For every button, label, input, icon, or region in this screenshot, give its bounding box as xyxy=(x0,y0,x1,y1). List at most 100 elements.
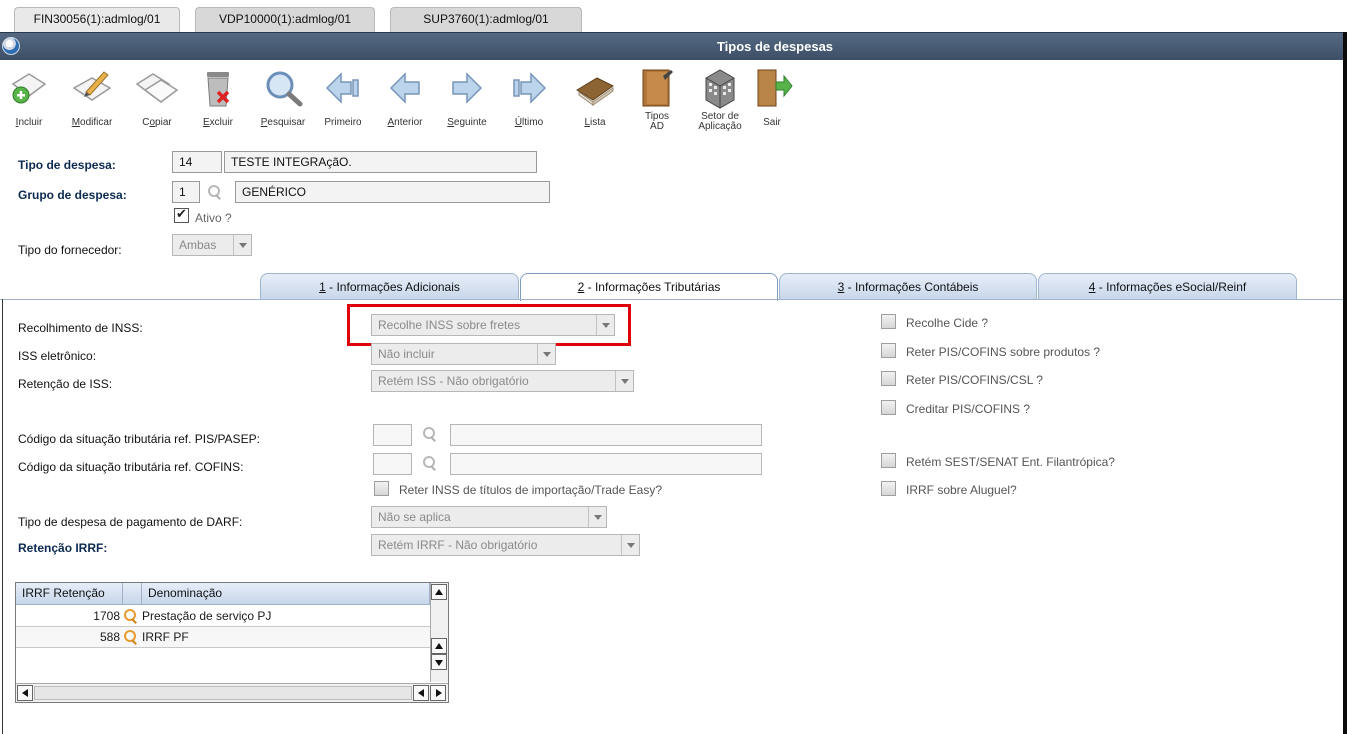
retem-sest-senat-checkbox[interactable] xyxy=(881,453,896,468)
reter-inss-importacao-checkbox[interactable] xyxy=(374,481,389,496)
building-icon xyxy=(705,69,735,109)
sair-label: Sair xyxy=(763,117,781,128)
title-bar: Tipos de despesas xyxy=(0,32,1347,60)
tab-3-label: - Informações Contábeis xyxy=(844,280,979,294)
tab-1-number: 1 xyxy=(319,280,326,294)
recolhimento-inss-label: Recolhimento de INSS: xyxy=(18,321,143,335)
reter-pis-cofins-produtos-label: Reter PIS/COFINS sobre produtos ? xyxy=(906,345,1101,359)
window-tab-sup3760[interactable]: SUP3760(1):admlog/01 xyxy=(390,7,582,32)
tipo-despesa-darf-select[interactable]: Não se aplica xyxy=(371,506,607,528)
chevron-down-icon[interactable] xyxy=(621,535,639,555)
tab-informacoes-esocial-reinf[interactable]: 4 - Informações eSocial/Reinf xyxy=(1038,273,1297,300)
scroll-left-arrow-icon[interactable] xyxy=(413,685,429,701)
tab-2-label: - Informações Tributárias xyxy=(584,280,721,294)
ativo-label: Ativo ? xyxy=(195,211,232,225)
highlight-box xyxy=(347,304,631,346)
tipo-despesa-code-field[interactable]: 14 xyxy=(172,151,222,173)
retencao-irrf-label: Retenção IRRF: xyxy=(18,541,108,555)
retencao-irrf-select[interactable]: Retém IRRF - Não obrigatório xyxy=(371,534,640,556)
column-header-denominacao[interactable]: Denominação xyxy=(142,583,430,605)
table-row[interactable]: 1708 Prestação de serviço PJ xyxy=(16,606,430,627)
denominacao-cell: Prestação de serviço PJ xyxy=(142,609,272,623)
ultimo-button[interactable]: Último xyxy=(504,64,554,134)
next-record-icon xyxy=(452,72,483,104)
irrf-retencao-table[interactable]: IRRF Retenção Denominação 1708 Prestação… xyxy=(15,582,449,703)
copiar-button[interactable]: Copiar xyxy=(132,64,182,134)
recolhe-cide-label: Recolhe Cide ? xyxy=(906,316,989,330)
seguinte-button[interactable]: Seguinte xyxy=(442,64,492,134)
tab-informacoes-adicionais[interactable]: 1 - Informações Adicionais xyxy=(260,273,519,300)
ativo-checkbox[interactable] xyxy=(174,206,189,223)
exit-door-icon xyxy=(757,69,793,107)
cst-pis-code-field[interactable] xyxy=(373,424,412,446)
grupo-despesa-code-field[interactable]: 1 xyxy=(172,181,200,203)
scroll-left-arrow-icon[interactable] xyxy=(17,685,33,701)
reter-pis-cofins-produtos-checkbox[interactable] xyxy=(881,343,896,358)
window-tab-fin30056[interactable]: FIN30056(1):admlog/01 xyxy=(14,7,180,32)
scroll-thumb[interactable] xyxy=(34,686,412,700)
retencao-iss-value: Retém ISS - Não obrigatório xyxy=(378,374,529,388)
creditar-pis-cofins-label: Creditar PIS/COFINS ? xyxy=(906,402,1031,416)
tab-informacoes-tributarias[interactable]: 2 - Informações Tributárias xyxy=(520,273,778,301)
scroll-up-arrow-icon[interactable] xyxy=(431,638,447,654)
tipo-fornecedor-label: Tipo do fornecedor: xyxy=(18,243,122,257)
lista-button[interactable]: Lista xyxy=(570,64,620,134)
retencao-iss-select[interactable]: Retém ISS - Não obrigatório xyxy=(371,370,634,392)
tab-4-label: - Informações eSocial/Reinf xyxy=(1095,280,1247,294)
grupo-despesa-desc-field[interactable]: GENÉRICO xyxy=(235,181,550,203)
trash-icon xyxy=(207,72,230,107)
primeiro-button[interactable]: Primeiro xyxy=(318,64,368,134)
grupo-search-icon[interactable] xyxy=(206,184,222,200)
incluir-button[interactable]: Incluir xyxy=(4,64,54,134)
cst-pis-desc-field[interactable] xyxy=(450,424,762,446)
anterior-button[interactable]: Anterior xyxy=(380,64,430,134)
retencao-iss-label: Retenção de ISS: xyxy=(18,377,113,391)
tab-informacoes-contabeis[interactable]: 3 - Informações Contábeis xyxy=(779,273,1037,300)
cst-cofins-search-icon[interactable] xyxy=(421,455,437,471)
denominacao-cell: IRRF PF xyxy=(142,630,189,644)
chevron-down-icon[interactable] xyxy=(615,371,633,391)
tipo-despesa-darf-label: Tipo de despesa de pagamento de DARF: xyxy=(18,515,243,529)
chevron-down-icon[interactable] xyxy=(233,235,251,255)
chevron-down-icon[interactable] xyxy=(537,344,555,364)
iss-eletronico-label: ISS eletrônico: xyxy=(18,349,97,363)
table-row[interactable]: 588 IRRF PF xyxy=(16,627,430,648)
cst-pis-label: Código da situação tributária ref. PIS/P… xyxy=(18,432,260,446)
retem-sest-senat-label: Retém SEST/SENAT Ent. Filantrópica? xyxy=(906,455,1115,469)
irrf-code-cell: 1708 xyxy=(93,609,120,623)
tipo-fornecedor-select[interactable]: Ambas xyxy=(172,234,252,256)
cst-pis-search-icon[interactable] xyxy=(421,426,437,442)
reter-pis-cofins-csl-label: Reter PIS/COFINS/CSL ? xyxy=(906,373,1043,387)
modificar-button[interactable]: Modificar xyxy=(64,64,120,134)
grupo-despesa-label: Grupo de despesa: xyxy=(18,188,127,202)
tipo-despesa-darf-value: Não se aplica xyxy=(378,510,451,524)
column-header-irrf-retencao[interactable]: IRRF Retenção xyxy=(16,583,123,605)
row-search-icon[interactable] xyxy=(122,608,138,624)
reter-inss-importacao-label: Reter INSS de títulos de importação/Trad… xyxy=(399,483,663,497)
chevron-down-icon[interactable] xyxy=(588,507,606,527)
horizontal-scrollbar[interactable] xyxy=(16,683,448,702)
sair-button[interactable]: Sair xyxy=(752,64,793,134)
window-tab-vdp10000[interactable]: VDP10000(1):admlog/01 xyxy=(195,7,375,32)
irrf-aluguel-checkbox[interactable] xyxy=(881,481,896,496)
tipo-despesa-desc-field[interactable]: TESTE INTEGRAçãO. xyxy=(224,151,537,173)
recolhe-cide-checkbox[interactable] xyxy=(881,314,896,329)
reter-pis-cofins-csl-checkbox[interactable] xyxy=(881,371,896,386)
excluir-button[interactable]: Excluir xyxy=(193,64,243,134)
cst-cofins-code-field[interactable] xyxy=(373,453,412,475)
retencao-irrf-value: Retém IRRF - Não obrigatório xyxy=(378,538,538,552)
window-right-border xyxy=(1343,32,1347,734)
tipo-despesa-label: Tipo de despesa: xyxy=(18,158,116,172)
cst-cofins-desc-field[interactable] xyxy=(450,453,762,475)
scroll-up-arrow-icon[interactable] xyxy=(431,584,447,600)
row-search-icon[interactable] xyxy=(122,629,138,645)
scroll-right-arrow-icon[interactable] xyxy=(430,685,446,701)
modificar-icon xyxy=(72,71,112,101)
creditar-pis-cofins-checkbox[interactable] xyxy=(881,400,896,415)
window-title: Tipos de despesas xyxy=(716,39,834,54)
vertical-scrollbar[interactable] xyxy=(430,583,448,682)
tipos-ad-button[interactable]: Tipos AD xyxy=(632,64,682,134)
window-tab-bar: FIN30056(1):admlog/01 VDP10000(1):admlog… xyxy=(0,0,1347,32)
iss-eletronico-select[interactable]: Não incluir xyxy=(371,343,556,365)
scroll-down-arrow-icon[interactable] xyxy=(431,654,447,670)
